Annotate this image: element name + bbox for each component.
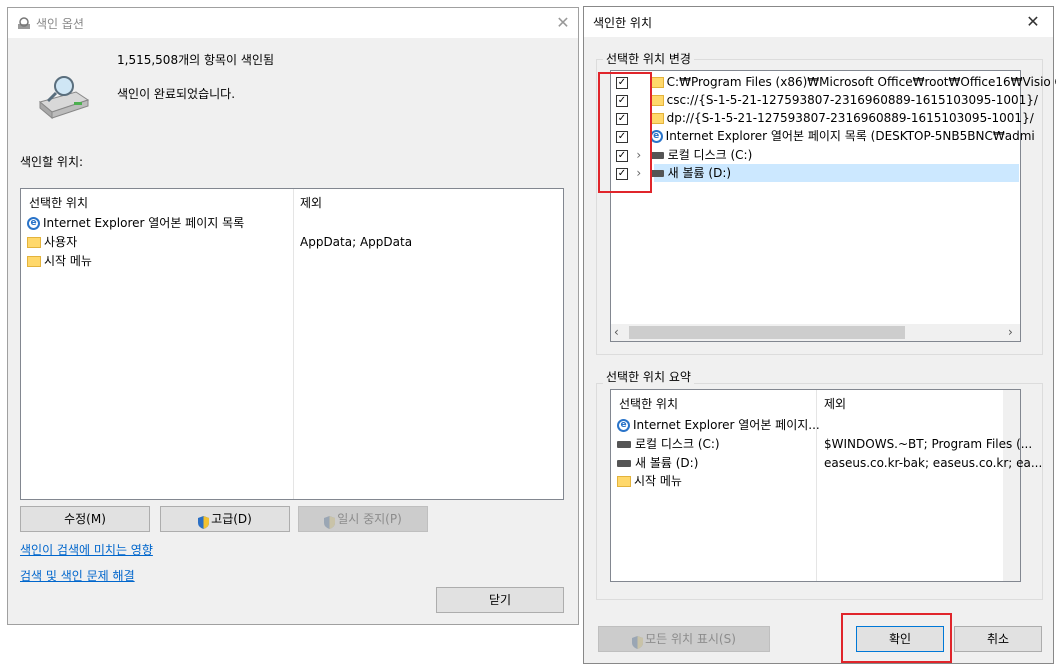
- indexing-options-window: 색인 옵션 ✕ 1,515,508개의 항목이 색인됨 색인이 완료되었습니다.…: [7, 7, 579, 625]
- list-item[interactable]: 사용자: [27, 233, 77, 251]
- column-header-exclude[interactable]: 제외: [300, 194, 322, 211]
- indexing-options-icon: [17, 16, 31, 30]
- scroll-left-icon[interactable]: ‹: [614, 325, 619, 339]
- cancel-button[interactable]: 취소: [954, 626, 1042, 652]
- locations-list[interactable]: 선택한 위치 제외 e Internet Explorer 열어본 페이지 목록 …: [20, 188, 564, 500]
- exclude-value: easeus.co.kr-bak; easeus.co.kr; ea...: [824, 456, 1043, 470]
- close-icon[interactable]: ✕: [1024, 13, 1042, 31]
- indexed-locations-window: 색인한 위치 ✕ 선택한 위치 변경 ✓ C:₩Program Files (x…: [583, 6, 1056, 664]
- locations-label: 색인할 위치:: [20, 155, 84, 169]
- vertical-scrollbar[interactable]: [1003, 390, 1020, 581]
- pause-button[interactable]: 일시 중지(P): [298, 506, 428, 532]
- ok-highlight-box: [841, 613, 952, 663]
- indexing-effect-link[interactable]: 색인이 검색에 미치는 영향: [20, 541, 153, 558]
- scroll-right-icon[interactable]: ›: [1008, 325, 1013, 339]
- tree-item[interactable]: ✓ e Internet Explorer 열어본 페이지 목록 (DESKTOP…: [616, 127, 1035, 145]
- folder-icon: [27, 237, 41, 248]
- indexing-status: 색인이 완료되었습니다.: [117, 87, 236, 101]
- window-title: 색인 옵션: [36, 17, 84, 31]
- drive-icon: [617, 460, 631, 467]
- close-icon[interactable]: ✕: [554, 14, 572, 32]
- title-bar: 색인한 위치 ✕: [584, 7, 1053, 37]
- list-item[interactable]: e Internet Explorer 열어본 페이지...: [617, 416, 820, 434]
- list-item[interactable]: 시작 메뉴: [27, 252, 92, 270]
- ie-icon: e: [617, 419, 630, 432]
- show-all-locations-button[interactable]: 모든 위치 표시(S): [598, 626, 770, 652]
- horizontal-scrollbar[interactable]: ‹ ›: [611, 324, 1020, 341]
- folder-icon: [617, 476, 631, 487]
- indexing-drive-icon: [36, 72, 92, 120]
- change-locations-label: 선택한 위치 변경: [603, 50, 694, 67]
- exclude-value: AppData; AppData: [300, 235, 413, 249]
- list-item[interactable]: 로컬 디스크 (C:): [617, 435, 720, 453]
- folder-icon: [27, 256, 41, 267]
- summary-label: 선택한 위치 요약: [603, 368, 694, 385]
- list-item[interactable]: 시작 메뉴: [617, 472, 682, 490]
- advanced-button[interactable]: 고급(D): [160, 506, 290, 532]
- column-header-location[interactable]: 선택한 위치: [29, 194, 88, 211]
- tree-item[interactable]: ✓ dp://{S-1-5-21-127593807-2316960889-16…: [616, 109, 1034, 127]
- summary-list[interactable]: 선택한 위치 제외 e Internet Explorer 열어본 페이지... …: [610, 389, 1042, 582]
- indexed-item-count: 1,515,508개의 항목이 색인됨: [117, 53, 275, 67]
- list-item[interactable]: e Internet Explorer 열어본 페이지 목록: [27, 214, 244, 232]
- tree-item[interactable]: ✓ C:₩Program Files (x86)₩Microsoft Offic…: [616, 73, 1056, 91]
- ie-icon: e: [27, 217, 40, 230]
- scrollbar-thumb[interactable]: [629, 326, 905, 339]
- close-button[interactable]: 닫기: [436, 587, 564, 613]
- list-item[interactable]: 새 볼륨 (D:): [617, 454, 698, 472]
- tree-item[interactable]: ✓ csc://{S-1-5-21-127593807-2316960889-1…: [616, 91, 1038, 109]
- modify-button[interactable]: 수정(M): [20, 506, 150, 532]
- checkbox-highlight-box: [598, 72, 652, 193]
- uac-shield-icon: [324, 513, 336, 529]
- troubleshoot-link[interactable]: 검색 및 색인 문제 해결: [20, 567, 135, 584]
- column-header-exclude[interactable]: 제외: [824, 395, 846, 412]
- drive-icon: [617, 441, 631, 448]
- locations-tree[interactable]: ✓ C:₩Program Files (x86)₩Microsoft Offic…: [610, 70, 1056, 342]
- column-divider: [293, 189, 294, 499]
- window-title: 색인한 위치: [593, 16, 653, 30]
- column-header-location[interactable]: 선택한 위치: [619, 395, 678, 412]
- uac-shield-icon: [198, 513, 210, 529]
- title-bar: 색인 옵션 ✕: [8, 8, 578, 38]
- uac-shield-icon: [632, 633, 644, 649]
- exclude-value: $WINDOWS.~BT; Program Files (...: [824, 437, 1033, 451]
